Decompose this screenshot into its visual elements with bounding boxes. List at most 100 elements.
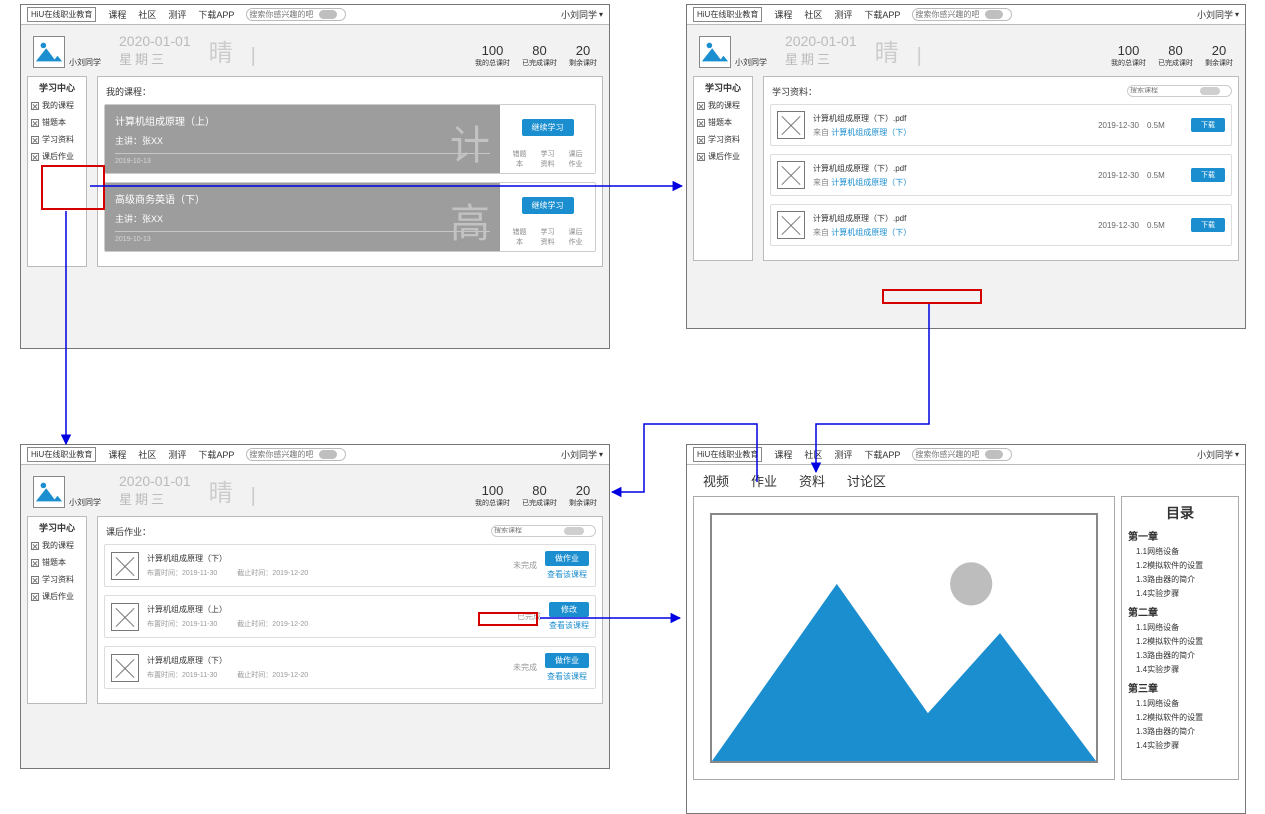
sidebar-item-my-courses[interactable]: 我的课程 [31,540,83,551]
course-search-input[interactable] [494,527,564,534]
nav-community[interactable]: 社区 [804,8,822,21]
avatar[interactable] [699,36,731,68]
mini-link-homework[interactable]: 课后作业 [569,149,583,169]
sidebar-item-homework[interactable]: 课后作业 [31,151,83,162]
mini-link-materials[interactable]: 学习资料 [541,149,555,169]
search-go-icon[interactable] [985,450,1003,459]
toc-item[interactable]: 1.3路由器的简介 [1136,574,1232,585]
toc-item[interactable]: 1.4实验步骤 [1136,588,1232,599]
toc-item[interactable]: 1.2模拟软件的设置 [1136,560,1232,571]
toc-item[interactable]: 1.2模拟软件的设置 [1136,636,1232,647]
search-input[interactable] [249,10,319,19]
download-button[interactable]: 下载 [1191,218,1225,232]
toc-chapter[interactable]: 第三章 [1128,680,1232,695]
view-course-link[interactable]: 查看该课程 [547,569,587,580]
toc-item[interactable]: 1.3路由器的简介 [1136,650,1232,661]
tab-video[interactable]: 视频 [703,471,729,490]
nav-courses[interactable]: 课程 [108,8,126,21]
screen-course-detail: HiU在线职业教育 课程 社区 测评 下载APP 小刘同学▾ 视频 作业 资料 … [686,444,1246,814]
sidebar-item-materials[interactable]: 学习资料 [31,574,83,585]
brand-logo[interactable]: HiU在线职业教育 [693,447,762,462]
toc-item[interactable]: 1.4实验步骤 [1136,664,1232,675]
square-x-icon [31,576,39,584]
download-button[interactable]: 下载 [1191,118,1225,132]
course-search-input[interactable] [1130,87,1200,94]
sidebar-item-my-courses[interactable]: 我的课程 [697,100,749,111]
avatar[interactable] [33,36,65,68]
course-date: 2019-10-13 [115,158,490,165]
nav-download[interactable]: 下载APP [864,8,900,21]
mini-link-mistakes[interactable]: 错题本 [513,227,527,247]
edit-homework-button[interactable]: 修改 [549,602,589,617]
user-menu[interactable]: 小刘同学▾ [561,448,603,461]
square-x-icon [697,119,705,127]
brand-logo[interactable]: HiU在线职业教育 [27,447,96,462]
sidebar-item-mistakes[interactable]: 错题本 [697,117,749,128]
search-go-icon[interactable] [985,10,1003,19]
panel-title: 我的课程： [106,85,594,98]
course-card[interactable]: 计算机组成原理（上） 主讲：张XX 2019-10-13 计 继续学习 错题本 … [104,104,596,174]
course-tabs: 视频 作业 资料 讨论区 [687,465,1245,496]
sidebar-item-homework[interactable]: 课后作业 [697,151,749,162]
toc-item[interactable]: 1.2模拟软件的设置 [1136,712,1232,723]
homework-name: 计算机组成原理（下） [147,655,308,666]
tab-materials[interactable]: 资料 [799,471,825,490]
search-input[interactable] [915,10,985,19]
mini-link-mistakes[interactable]: 错题本 [513,149,527,169]
course-search[interactable] [491,525,596,537]
nav-test[interactable]: 测评 [168,8,186,21]
sidebar-item-homework[interactable]: 课后作业 [31,591,83,602]
user-menu[interactable]: 小刘同学▾ [1197,448,1239,461]
brand-logo[interactable]: HiU在线职业教育 [693,7,762,22]
avatar[interactable] [33,476,65,508]
tab-discuss[interactable]: 讨论区 [847,471,886,490]
download-button[interactable]: 下载 [1191,168,1225,182]
sidebar-item-my-courses[interactable]: 我的课程 [31,100,83,111]
main-panel: 学习资料： 计算机组成原理（下）.pdf来自 计算机组成原理（下） 2019-1… [763,76,1239,261]
sidebar-item-materials[interactable]: 学习资料 [31,134,83,145]
global-search[interactable] [246,8,346,21]
search-input[interactable] [249,450,319,459]
material-course-link[interactable]: 计算机组成原理（下） [831,178,911,187]
nav-download[interactable]: 下载APP [198,8,234,21]
mini-link-homework[interactable]: 课后作业 [569,227,583,247]
course-card[interactable]: 高级商务英语（下） 主讲：张XX 2019-10-13 高 继续学习 错题本 学… [104,182,596,252]
continue-button[interactable]: 继续学习 [522,197,574,214]
course-teacher: 主讲：张XX [115,134,490,147]
brand-logo[interactable]: HiU在线职业教育 [27,7,96,22]
view-course-link[interactable]: 查看该课程 [549,620,589,631]
toc-item[interactable]: 1.1网络设备 [1136,546,1232,557]
view-course-link[interactable]: 查看该课程 [547,671,587,682]
mini-link-materials[interactable]: 学习资料 [541,227,555,247]
user-menu[interactable]: 小刘同学▾ [1197,8,1239,21]
toc-item[interactable]: 1.1网络设备 [1136,622,1232,633]
do-homework-button[interactable]: 做作业 [545,653,589,668]
course-search[interactable] [1127,85,1232,97]
toc-item[interactable]: 1.1网络设备 [1136,698,1232,709]
toc-chapter[interactable]: 第一章 [1128,528,1232,543]
tab-homework[interactable]: 作业 [751,471,777,490]
search-go-icon[interactable] [564,527,584,535]
main-panel: 我的课程： 计算机组成原理（上） 主讲：张XX 2019-10-13 计 继续学… [97,76,603,267]
search-go-icon[interactable] [319,10,337,19]
material-course-link[interactable]: 计算机组成原理（下） [831,128,911,137]
sidebar-item-label: 错题本 [42,117,66,128]
material-course-link[interactable]: 计算机组成原理（下） [831,228,911,237]
screen-homework: HiU在线职业教育 课程 社区 测评 下载APP 小刘同学▾ 小刘同学 2020… [20,444,610,769]
search-input[interactable] [915,450,985,459]
sidebar-item-materials[interactable]: 学习资料 [697,134,749,145]
search-go-icon[interactable] [319,450,337,459]
sidebar-item-mistakes[interactable]: 错题本 [31,117,83,128]
toc-item[interactable]: 1.3路由器的简介 [1136,726,1232,737]
toc-chapter[interactable]: 第二章 [1128,604,1232,619]
toc-item[interactable]: 1.4实验步骤 [1136,740,1232,751]
nav-test[interactable]: 测评 [834,8,852,21]
continue-button[interactable]: 继续学习 [522,119,574,136]
search-go-icon[interactable] [1200,87,1220,95]
user-menu[interactable]: 小刘同学 ▾ [561,8,603,21]
do-homework-button[interactable]: 做作业 [545,551,589,566]
sidebar-item-mistakes[interactable]: 错题本 [31,557,83,568]
nav-courses[interactable]: 课程 [774,8,792,21]
nav-community[interactable]: 社区 [138,8,156,21]
homework-row: 计算机组成原理（下） 布置时间：2019-11-30截止时间：2019-12-2… [104,544,596,587]
